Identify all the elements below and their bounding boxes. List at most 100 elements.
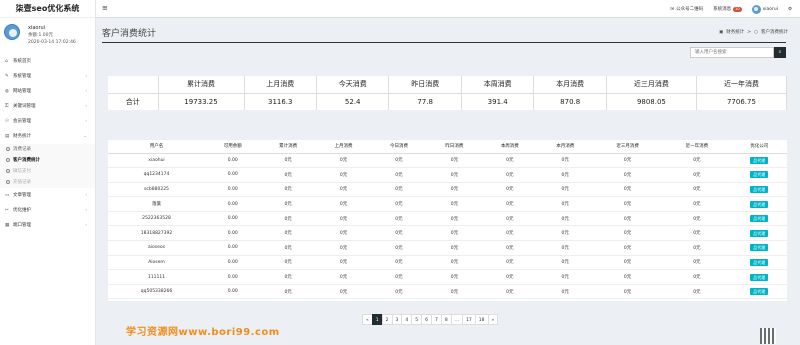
value-cell: 0元 [315, 284, 372, 300]
action-cell: 品代理 [731, 153, 787, 169]
value-cell: 0元 [482, 153, 538, 169]
agent-button[interactable]: 品代理 [750, 288, 769, 296]
value-cell: 0.00 [205, 225, 261, 242]
sidebar: 柒壹seo优化系统 xiaorui 余额:1.00元 2020-03-14 17… [0, 0, 96, 345]
page-next-button[interactable]: » [487, 314, 499, 325]
summary-value: 3116.3 [244, 93, 317, 110]
search-input[interactable] [690, 47, 774, 58]
summary-header: 近三月消费 [606, 76, 697, 94]
value-cell: 0元 [592, 240, 663, 256]
summary-header-row: 累计消费 上月消费 今天消费 昨日消费 本周消费 本月消费 近三月消费 近一年消… [108, 76, 788, 94]
avatar [751, 4, 761, 14]
title-divider [102, 42, 786, 43]
sidebar-item-system[interactable]: ✎ 系统管理 ‹ [0, 69, 95, 84]
tools-icon: ✂ [5, 208, 9, 213]
value-cell: 0元 [592, 211, 663, 227]
app-logo-title[interactable]: 柒壹seo优化系统 [0, 0, 95, 18]
user-balance: 余额:1.00元 [28, 33, 54, 38]
agent-button[interactable]: 品代理 [750, 156, 769, 164]
value-cell: 0元 [537, 167, 593, 183]
value-cell: 0元 [592, 225, 663, 242]
username-cell: 2522363528 [108, 211, 205, 227]
submenu-item-wechat-pay[interactable]: 微信支付 [0, 166, 95, 177]
username-cell: aioseos [108, 240, 205, 256]
sidebar-item-label: 会员管理 [13, 119, 31, 124]
column-header: 本周消费 [482, 140, 538, 154]
submenu-item-recharge-log[interactable]: 充值记录 [0, 177, 95, 188]
gear-icon[interactable]: ⚙ [788, 7, 792, 12]
value-cell: 0元 [260, 225, 316, 242]
value-cell: 0元 [426, 167, 483, 183]
summary-header: 近一年消费 [696, 76, 788, 94]
breadcrumb-home[interactable]: 财务统计 [726, 29, 744, 35]
sidebar-item-members[interactable]: ⚇ 会员管理 ‹ [0, 114, 95, 129]
top-navbar: ≡ ✉ 公众号二维码 系统消息 10 xiaorui ⚙ [96, 0, 800, 18]
home-icon: ⌂ [5, 59, 8, 64]
column-header: 近一年消费 [662, 140, 732, 154]
action-cell: 品代理 [731, 225, 787, 242]
value-cell: 0元 [371, 182, 427, 198]
sidebar-item-label: 文章管理 [13, 193, 31, 198]
column-header: 近三月消费 [592, 140, 663, 154]
circle-icon [6, 146, 10, 151]
agent-button[interactable]: 品代理 [750, 171, 769, 179]
circle-icon: ○ [754, 29, 758, 35]
circle-icon [6, 157, 10, 162]
column-header: 可用余额 [205, 140, 261, 154]
qrcode-image [760, 328, 776, 344]
agent-button[interactable]: 品代理 [750, 244, 769, 252]
table-row: 18318827392 0.00 0元 0元 0元 0元 0元 0元 0元 0元 品代理 [108, 225, 787, 242]
chevron-down-icon: ⌄ [83, 134, 87, 139]
sidebar-item-label: 系统首页 [13, 59, 31, 64]
page-button[interactable]: 18 [474, 314, 489, 325]
value-cell: 0元 [662, 284, 732, 300]
comment-icon: ✉ [670, 6, 675, 12]
sidebar-item-home[interactable]: ⌂ 系统首页 [0, 54, 95, 69]
sidebar-item-ports[interactable]: ▦ 端口管理 ‹ [0, 218, 95, 233]
submenu-item-customer-stats[interactable]: 客户消费统计 [0, 155, 95, 166]
summary-value: 391.4 [461, 93, 535, 110]
value-cell: 0元 [371, 225, 427, 242]
page-button[interactable]: 17 [462, 314, 476, 325]
agent-button[interactable]: 品代理 [750, 258, 769, 266]
menu-toggle-icon[interactable]: ≡ [102, 4, 108, 12]
sidebar-item-optimization[interactable]: ✂ 优化维护 ‹ [0, 203, 95, 218]
sidebar-item-articles[interactable]: ▭ 文章管理 ‹ [0, 188, 95, 203]
value-cell: 0元 [260, 269, 316, 285]
value-cell: 0元 [260, 255, 316, 271]
customer-table: 用户名 可用余额 累计消费 上月消费 今日消费 昨日消费 本周消费 本月消费 近三月消费 近一年消… [108, 140, 787, 300]
table-row: 111111 0.00 0元 0元 0元 0元 0元 0元 0元 0元 品代理 [108, 269, 787, 285]
username-cell: 111111 [108, 269, 205, 285]
table-header-row: 用户名 可用余额 累计消费 上月消费 今日消费 昨日消费 本周消费 本月消费 近三月消费 近一年消… [108, 140, 787, 154]
value-cell: 0元 [537, 284, 593, 300]
value-cell: 0元 [482, 167, 538, 183]
sidebar-item-label: 网站管理 [13, 89, 31, 94]
dashboard-icon: ▣ [719, 29, 724, 35]
value-cell: 0元 [426, 225, 483, 242]
sidebar-item-keywords[interactable]: ⚿ 关键词管理 ‹ [0, 99, 95, 114]
qrcode-link[interactable]: ✉ 公众号二维码 [670, 6, 703, 13]
agent-button[interactable]: 品代理 [750, 229, 769, 237]
users-icon: ⚇ [5, 119, 10, 124]
value-cell: 0元 [592, 284, 663, 300]
user-menu[interactable]: xiaorui [751, 4, 778, 14]
agent-button[interactable]: 品代理 [750, 215, 769, 223]
value-cell: 0元 [482, 225, 538, 242]
action-cell: 品代理 [731, 240, 787, 256]
agent-button[interactable]: 品代理 [750, 185, 769, 193]
value-cell: 0元 [482, 196, 538, 212]
submenu-item-consumption-log[interactable]: 消费记录 [0, 144, 95, 155]
value-cell: 0元 [662, 182, 732, 198]
wrench-icon: ✎ [5, 74, 9, 79]
agent-button[interactable]: 品代理 [750, 200, 769, 208]
sidebar-item-finance[interactable]: ▤ 财务统计 ⌄ [0, 129, 95, 144]
username-cell: xiaohui [108, 153, 205, 169]
value-cell: 0元 [482, 284, 538, 300]
value-cell: 0元 [371, 196, 427, 212]
value-cell: 0元 [426, 153, 483, 169]
agent-button[interactable]: 品代理 [750, 273, 769, 281]
search-button[interactable]: ⌕ [774, 47, 786, 58]
sidebar-item-sites[interactable]: ◍ 网站管理 ‹ [0, 84, 95, 99]
messages-link[interactable]: 系统消息 10 [713, 6, 742, 12]
value-cell: 0元 [592, 255, 663, 271]
